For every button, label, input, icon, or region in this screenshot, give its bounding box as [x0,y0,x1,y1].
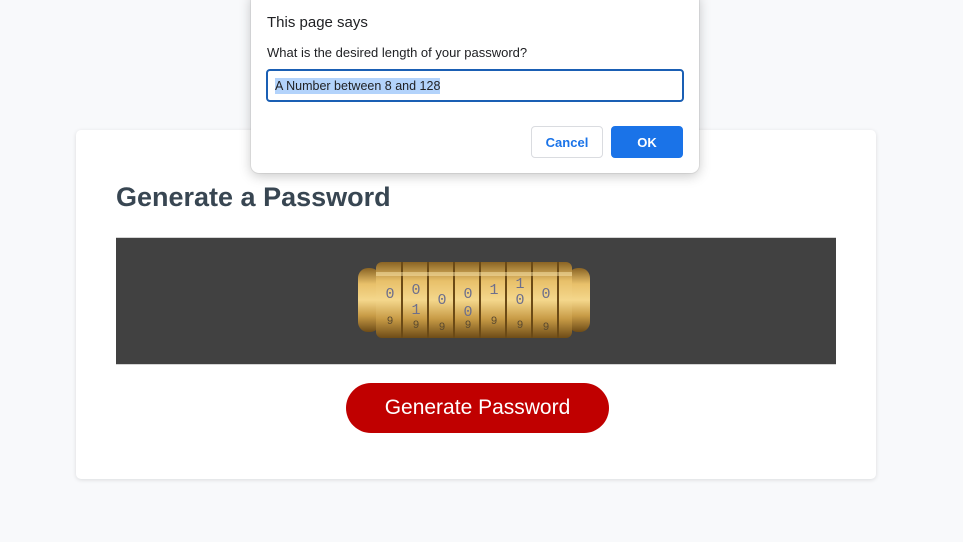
svg-text:1: 1 [411,302,420,319]
svg-text:1: 1 [515,276,524,293]
input-selected-text: A Number between 8 and 128 [275,77,441,94]
svg-text:0: 0 [437,292,446,309]
svg-text:9: 9 [413,320,420,332]
svg-text:0: 0 [463,304,472,321]
svg-text:0: 0 [515,292,524,309]
svg-text:9: 9 [491,316,498,328]
generate-password-button[interactable]: Generate Password [346,383,609,433]
password-display-area: 0 0 0 0 1 0 0 1 0 1 9 9 9 9 9 9 9 [116,237,836,365]
svg-text:9: 9 [439,322,446,334]
svg-text:9: 9 [517,320,524,332]
cancel-button[interactable]: Cancel [531,126,603,158]
svg-text:9: 9 [543,322,550,334]
svg-text:1: 1 [489,282,498,299]
svg-text:0: 0 [385,286,394,303]
cryptex-lock-icon: 0 0 0 0 1 0 0 1 0 1 9 9 9 9 9 9 9 [358,262,590,338]
password-card: Generate a Password 0 0 0 0 1 0 0 1 0 1 … [76,130,876,479]
ok-button[interactable]: OK [611,126,683,158]
dialog-title: This page says [267,14,368,31]
svg-text:9: 9 [387,316,394,328]
card-title: Generate a Password [116,182,391,212]
svg-text:9: 9 [465,320,472,332]
dialog-message: What is the desired length of your passw… [267,45,528,60]
svg-text:0: 0 [541,286,550,303]
svg-text:0: 0 [411,282,420,299]
prompt-dialog: This page says What is the desired lengt… [251,0,699,173]
svg-text:0: 0 [463,286,472,303]
password-length-input[interactable]: A Number between 8 and 128 [266,69,684,102]
